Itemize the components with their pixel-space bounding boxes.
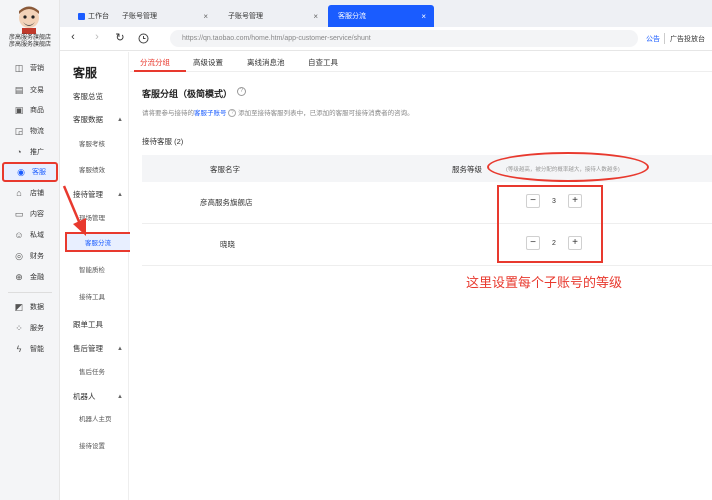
subnav-robot[interactable]: 机器人 ▲ bbox=[61, 387, 129, 407]
forward-icon[interactable]: › bbox=[90, 31, 104, 43]
store-name-line1: 彦高服务旗舰店 bbox=[8, 35, 51, 41]
column-level-header: 服务等级 bbox=[452, 165, 482, 174]
truck-icon: ◲ bbox=[14, 126, 24, 136]
tab-advanced-settings[interactable]: 高级设置 bbox=[193, 57, 223, 68]
close-icon[interactable]: × bbox=[313, 12, 318, 21]
announcement-link[interactable]: 公告 bbox=[646, 34, 660, 44]
sub-navigation: 客服 客服总览 客服数据 ▲ 客服考核 客服绩效 接待管理 ▲ 现场管理 客服分流 … bbox=[61, 52, 133, 500]
divider bbox=[664, 33, 665, 44]
rail-item-finance[interactable]: ◎ 财务 bbox=[2, 246, 58, 266]
browser-tab-bar: 工作台 子账号管理 × 子账号管理 × 客服分流 × bbox=[60, 0, 712, 27]
shop-icon: ⌂ bbox=[16, 188, 22, 198]
rail-item-marketing[interactable]: ◫ 营销 bbox=[2, 58, 58, 78]
rail-item-smart[interactable]: ϟ 智能 bbox=[2, 339, 58, 359]
tab-self-check[interactable]: 自查工具 bbox=[308, 57, 338, 68]
back-icon[interactable]: ‹ bbox=[66, 31, 80, 43]
coin-icon: ⊕ bbox=[15, 272, 23, 282]
chevron-up-icon: ▲ bbox=[117, 346, 123, 352]
close-icon[interactable]: × bbox=[203, 12, 208, 21]
grid-icon: ⁘ bbox=[15, 323, 23, 333]
finance-icon: ◎ bbox=[15, 251, 23, 261]
subnav-performance[interactable]: 客服绩效 bbox=[61, 161, 129, 181]
rail-item-content[interactable]: ▭ 内容 bbox=[2, 204, 58, 224]
tab-customer-shunt[interactable]: 客服分流 × bbox=[328, 5, 434, 27]
agent-name: 晓晓 bbox=[220, 240, 235, 249]
help-icon[interactable]: ? bbox=[237, 87, 246, 96]
reload-icon[interactable]: ↻ bbox=[113, 31, 127, 44]
sub-account-link[interactable]: 客服子账号 bbox=[194, 110, 227, 117]
promotion-icon: ◔ bbox=[16, 147, 22, 157]
subnav-tracking-tools[interactable]: 跟单工具 bbox=[61, 315, 129, 335]
chart-icon: ◩ bbox=[14, 302, 24, 312]
active-tab-indicator bbox=[134, 70, 186, 72]
rail-item-shop[interactable]: ⌂ 店铺 bbox=[2, 183, 58, 203]
left-rail: 彦高服务旗舰店 彦高服务旗舰店 ◫ 营销 ▤ 交易 ▣ 商品 ◲ 物流 ◔ 推广 ◉ 客服 … bbox=[0, 0, 60, 500]
rail-item-services[interactable]: ⁘ 服务 bbox=[2, 318, 58, 338]
annotation-text: 这里设置每个子账号的等级 bbox=[466, 275, 623, 290]
info-icon[interactable]: ? bbox=[228, 109, 237, 118]
box-icon: ▣ bbox=[14, 105, 24, 115]
rail-item-private-domain[interactable]: ☺ 私域 bbox=[2, 225, 58, 245]
chevron-up-icon: ▲ bbox=[117, 394, 123, 400]
annotation-arrow bbox=[62, 185, 86, 236]
home-icon bbox=[78, 12, 85, 20]
subnav-robot-home[interactable]: 机器人主页 bbox=[61, 410, 129, 430]
document-icon: ▤ bbox=[14, 85, 24, 95]
rail-item-banking[interactable]: ⊕ 金融 bbox=[2, 267, 58, 287]
subnav-overview[interactable]: 客服总览 bbox=[61, 87, 129, 107]
rail-item-customer-service[interactable]: ◉ 客服 bbox=[2, 162, 58, 182]
subnav-quality-check[interactable]: 智能质检 bbox=[61, 261, 129, 281]
address-bar: ‹ › ↻ https://qn.taobao.com/home.htm/app… bbox=[60, 27, 712, 51]
clock-icon[interactable] bbox=[138, 33, 149, 44]
rail-item-promotion[interactable]: ◔ 推广 bbox=[2, 142, 58, 162]
rail-item-logistics[interactable]: ◲ 物流 bbox=[2, 121, 58, 141]
chevron-up-icon: ▲ bbox=[117, 192, 123, 198]
subnav-cs-data[interactable]: 客服数据 ▲ bbox=[61, 110, 129, 130]
subnav-reception-tools[interactable]: 接待工具 bbox=[61, 288, 129, 308]
annotation-ellipse bbox=[487, 152, 649, 182]
rail-item-data[interactable]: ◩ 数据 bbox=[2, 297, 58, 317]
subnav-reception-settings[interactable]: 接待设置 bbox=[61, 437, 129, 457]
subnav-aftersales-tasks[interactable]: 售后任务 bbox=[61, 363, 129, 383]
store-name-line2: 彦高服务旗舰店 bbox=[8, 42, 51, 48]
rail-item-trade[interactable]: ▤ 交易 bbox=[2, 80, 58, 100]
tab-offline-pool[interactable]: 离线消息池 bbox=[247, 57, 285, 68]
subnav-aftersales[interactable]: 售后管理 ▲ bbox=[61, 339, 129, 359]
reception-count: 接待客服 (2) bbox=[142, 137, 184, 146]
close-icon[interactable]: × bbox=[421, 12, 426, 21]
url-input[interactable]: https://qn.taobao.com/home.htm/app-custo… bbox=[170, 30, 638, 47]
agent-name: 彦高服务旗舰店 bbox=[200, 198, 253, 207]
annotation-box bbox=[497, 185, 603, 263]
headset-icon: ◉ bbox=[17, 167, 25, 177]
rail-item-goods[interactable]: ▣ 商品 bbox=[2, 100, 58, 120]
section-description: 请将要参与接待的客服子账号 ? 添加至接待客服列表中，已添加的客服可接待消费者的… bbox=[142, 109, 414, 118]
main-content: 分流分组 高级设置 离线消息池 自查工具 客服分组（极简模式） ? 请将要参与接… bbox=[130, 52, 712, 500]
section-title: 客服分组（极简模式） bbox=[142, 89, 233, 99]
content-icon: ▭ bbox=[14, 209, 24, 219]
subnav-assessment[interactable]: 客服考核 bbox=[61, 135, 129, 155]
megaphone-icon: ◫ bbox=[14, 63, 24, 73]
sub-nav-title: 客服 bbox=[73, 66, 98, 80]
people-icon: ☺ bbox=[14, 230, 24, 240]
ai-icon: ϟ bbox=[16, 344, 22, 354]
column-name-header: 客服名字 bbox=[210, 165, 240, 174]
table-row: 彦高服务旗舰店 − 3 + bbox=[142, 182, 712, 224]
ad-platform-link[interactable]: 广告投放台 bbox=[670, 34, 705, 44]
chevron-up-icon: ▲ bbox=[117, 117, 123, 123]
rail-divider bbox=[8, 292, 52, 293]
tab-shunt-group[interactable]: 分流分组 bbox=[140, 57, 170, 68]
tab-sub-account-2[interactable]: 子账号管理 × bbox=[218, 5, 326, 27]
store-avatar[interactable] bbox=[16, 6, 42, 34]
table-row: 晓晓 − 2 + bbox=[142, 224, 712, 266]
content-tabs: 分流分组 高级设置 离线消息池 自查工具 bbox=[130, 52, 712, 72]
tab-sub-account-1[interactable]: 子账号管理 × bbox=[112, 5, 216, 27]
